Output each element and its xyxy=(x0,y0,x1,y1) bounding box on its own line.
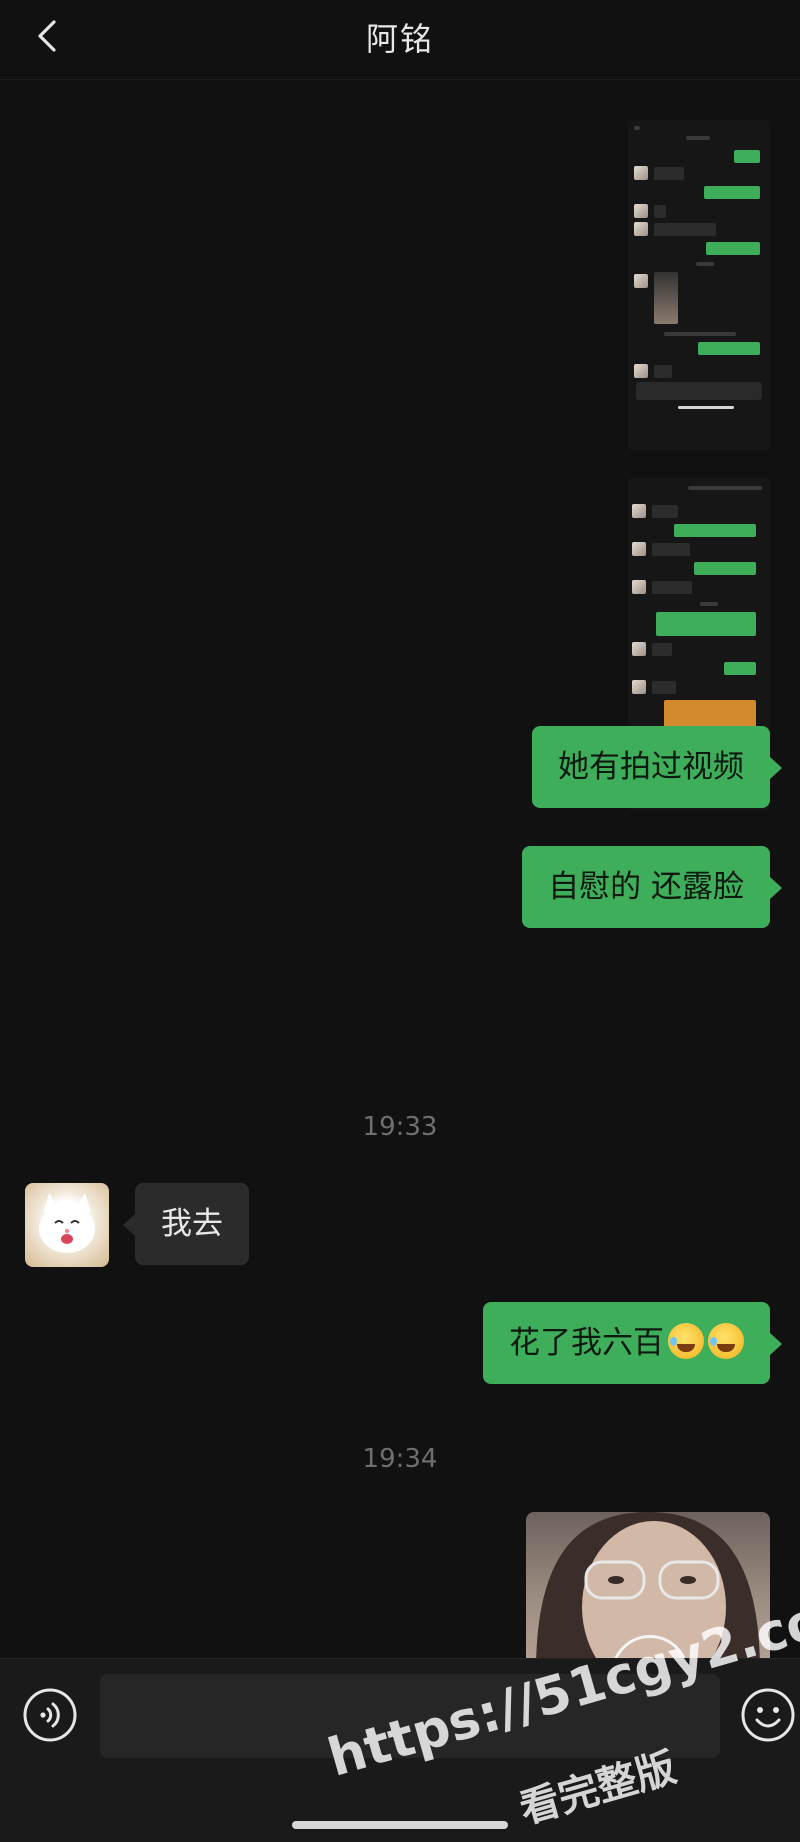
message-bubble-sent[interactable]: 自慰的 还露脸 xyxy=(522,846,782,928)
laughing-tears-emoji xyxy=(708,1323,744,1359)
message-bubble-sent[interactable]: 花了我六百 xyxy=(483,1302,782,1384)
message-timestamp: 19:34 xyxy=(362,1444,438,1474)
message-text: 花了我六百 xyxy=(509,1325,664,1361)
message-bubble-received[interactable]: 我去 xyxy=(123,1183,249,1265)
message-timestamp: 19:33 xyxy=(362,1112,438,1142)
smiley-icon[interactable] xyxy=(740,1687,796,1743)
input-toolbar xyxy=(0,1658,800,1842)
white-cat-avatar[interactable] xyxy=(25,1183,109,1267)
laughing-tears-emoji xyxy=(668,1323,704,1359)
video-message-thumbnail[interactable] xyxy=(526,1512,770,1658)
chat-title: 阿铭 xyxy=(365,20,434,58)
message-list[interactable]: 她有拍过视频 自慰的 还露脸 19:33 我去 花了我六百 19:34 xyxy=(0,80,800,1658)
message-bubble-sent[interactable]: 她有拍过视频 xyxy=(532,726,782,808)
message-text: 我去 xyxy=(161,1206,223,1242)
message-text: 她有拍过视频 xyxy=(558,749,744,785)
forwarded-screenshot-image[interactable] xyxy=(628,120,770,450)
message-text: 自慰的 还露脸 xyxy=(548,869,744,905)
chat-header: 阿铭 xyxy=(0,0,800,80)
voice-input-icon[interactable] xyxy=(22,1687,78,1743)
message-input[interactable] xyxy=(100,1674,720,1758)
home-indicator xyxy=(292,1821,508,1829)
